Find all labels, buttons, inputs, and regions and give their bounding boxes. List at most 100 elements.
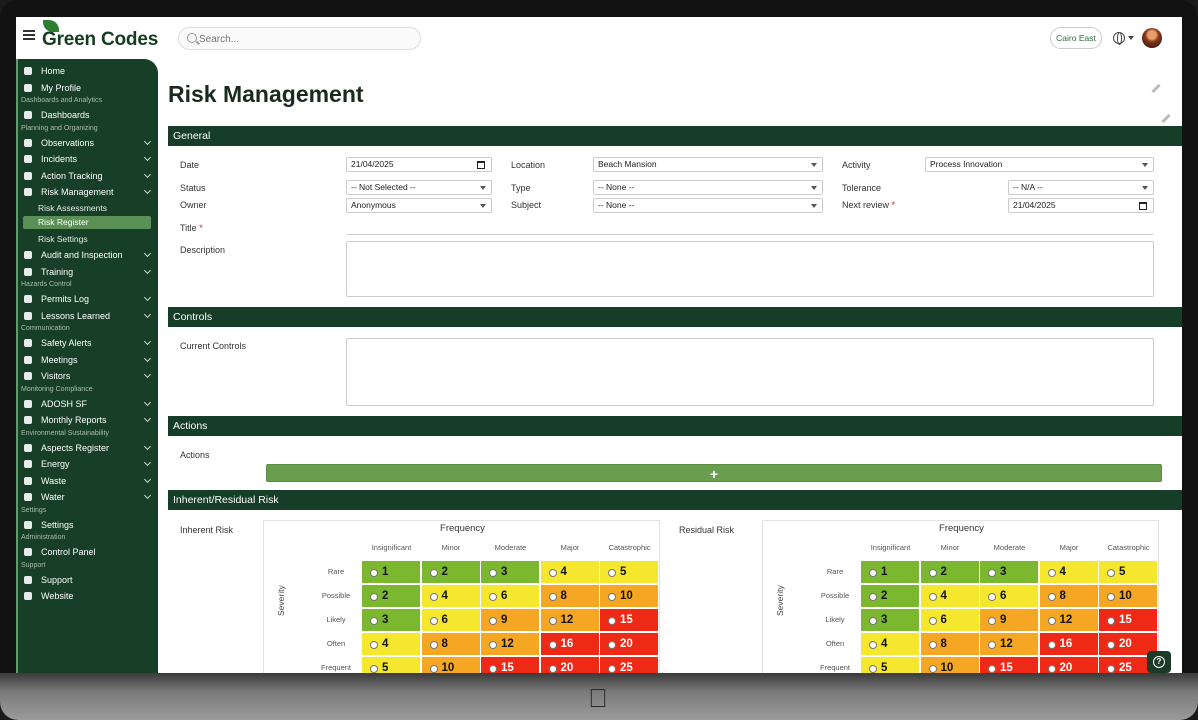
- calendar-icon[interactable]: [477, 161, 485, 169]
- risk-cell-radio[interactable]: 15: [980, 657, 1039, 673]
- subject-select[interactable]: -- None --: [593, 198, 823, 213]
- sidebar-item[interactable]: Training: [24, 265, 152, 279]
- risk-cell-radio[interactable]: 4: [540, 561, 600, 584]
- search-box[interactable]: [178, 27, 421, 50]
- logo[interactable]: Green Codes: [42, 29, 158, 51]
- chevron-down-icon[interactable]: [143, 458, 152, 467]
- help-button[interactable]: ?: [1147, 651, 1171, 673]
- chevron-down-icon[interactable]: [143, 475, 152, 483]
- risk-cell-radio[interactable]: 20: [540, 657, 600, 673]
- risk-cell-radio[interactable]: 15: [600, 609, 659, 632]
- risk-cell-radio[interactable]: 10: [920, 657, 980, 673]
- risk-cell-radio[interactable]: 1: [861, 561, 920, 584]
- sidebar-item[interactable]: Visitors: [24, 369, 152, 383]
- risk-cell-radio[interactable]: 2: [421, 561, 481, 584]
- risk-cell-radio[interactable]: 3: [861, 609, 920, 632]
- status-select[interactable]: -- Not Selected --: [346, 180, 492, 195]
- sidebar-item[interactable]: Audit and Inspection: [24, 248, 152, 262]
- sidebar-item[interactable]: Risk Management: [24, 185, 152, 199]
- sidebar-item[interactable]: Lessons Learned: [24, 309, 152, 323]
- risk-cell-radio[interactable]: 8: [540, 585, 600, 608]
- chevron-down-icon[interactable]: [143, 293, 152, 302]
- sidebar-item[interactable]: My Profile: [24, 81, 152, 95]
- current-controls-textarea[interactable]: [346, 338, 1154, 406]
- menu-icon[interactable]: [23, 30, 35, 40]
- risk-cell-radio[interactable]: 6: [421, 609, 481, 632]
- sidebar-item[interactable]: Settings: [24, 518, 152, 532]
- tolerance-select[interactable]: -- N/A --: [1008, 180, 1154, 195]
- sidebar-subitem[interactable]: Risk Settings: [38, 233, 88, 245]
- sidebar-item[interactable]: Observations: [24, 136, 152, 150]
- risk-cell-radio[interactable]: 3: [481, 561, 540, 584]
- risk-cell-radio[interactable]: 5: [1099, 561, 1158, 584]
- sidebar-item[interactable]: Dashboards: [24, 108, 152, 122]
- risk-cell-radio[interactable]: 4: [861, 633, 920, 656]
- risk-cell-radio[interactable]: 12: [540, 609, 600, 632]
- risk-cell-radio[interactable]: 25: [600, 657, 659, 673]
- risk-cell-radio[interactable]: 20: [1039, 657, 1099, 673]
- sidebar-subitem-active[interactable]: Risk Register: [23, 216, 151, 229]
- section-general[interactable]: General: [168, 126, 1182, 146]
- sidebar-item[interactable]: Home: [24, 64, 152, 78]
- sidebar-item[interactable]: Safety Alerts: [24, 336, 152, 350]
- risk-cell-radio[interactable]: 4: [1039, 561, 1099, 584]
- risk-cell-radio[interactable]: 5: [362, 657, 421, 673]
- location-select[interactable]: Beach Mansion: [593, 157, 823, 172]
- sidebar-item[interactable]: Waste: [24, 474, 152, 488]
- sidebar-item[interactable]: Action Tracking: [24, 169, 152, 183]
- sidebar-item[interactable]: Control Panel: [24, 545, 152, 559]
- risk-cell-radio[interactable]: 2: [362, 585, 421, 608]
- chevron-down-icon[interactable]: [143, 354, 152, 362]
- risk-cell-radio[interactable]: 12: [1039, 609, 1099, 632]
- risk-cell-radio[interactable]: 2: [920, 561, 980, 584]
- risk-cell-radio[interactable]: 10: [600, 585, 659, 608]
- risk-cell-radio[interactable]: 9: [481, 609, 540, 632]
- risk-cell-radio[interactable]: 5: [861, 657, 920, 673]
- risk-cell-radio[interactable]: 6: [920, 609, 980, 632]
- risk-cell-radio[interactable]: 6: [481, 585, 540, 608]
- sidebar-item[interactable]: Monthly Reports: [24, 413, 152, 427]
- risk-cell-radio[interactable]: 10: [1099, 585, 1158, 608]
- sidebar-item[interactable]: Incidents: [24, 152, 152, 166]
- section-inherent-residual-risk[interactable]: Inherent/Residual Risk: [168, 490, 1182, 510]
- risk-cell-radio[interactable]: 4: [362, 633, 421, 656]
- chevron-down-icon[interactable]: [143, 337, 152, 346]
- risk-cell-radio[interactable]: 3: [980, 561, 1039, 584]
- risk-cell-radio[interactable]: 10: [421, 657, 481, 673]
- risk-cell-radio[interactable]: 15: [481, 657, 540, 673]
- chevron-down-icon[interactable]: [143, 414, 152, 423]
- sidebar-item[interactable]: Website: [24, 589, 152, 603]
- owner-select[interactable]: Anonymous: [346, 198, 492, 213]
- chevron-down-icon[interactable]: [143, 186, 152, 195]
- edit-pencil-icon[interactable]: [1151, 83, 1161, 94]
- risk-cell-radio[interactable]: 8: [920, 633, 980, 656]
- chevron-down-icon[interactable]: [143, 370, 152, 379]
- chevron-down-icon[interactable]: [143, 398, 152, 406]
- sidebar-item[interactable]: Meetings: [24, 353, 152, 367]
- risk-cell-radio[interactable]: 4: [920, 585, 980, 608]
- risk-cell-radio[interactable]: 16: [1039, 633, 1099, 656]
- risk-cell-radio[interactable]: 5: [600, 561, 659, 584]
- date-field[interactable]: 21/04/2025: [346, 157, 492, 172]
- risk-cell-radio[interactable]: 6: [980, 585, 1039, 608]
- risk-cell-radio[interactable]: 12: [980, 633, 1039, 656]
- sidebar-item[interactable]: ADOSH SF: [24, 397, 152, 411]
- risk-cell-radio[interactable]: 12: [481, 633, 540, 656]
- language-globe-icon[interactable]: [1113, 32, 1125, 45]
- chevron-down-icon[interactable]: [143, 249, 152, 258]
- risk-cell-radio[interactable]: 20: [600, 633, 659, 656]
- calendar-icon[interactable]: [1139, 202, 1147, 210]
- edit-pencil-icon[interactable]: [1161, 113, 1171, 124]
- chevron-down-icon[interactable]: [143, 491, 152, 500]
- risk-cell-radio[interactable]: 8: [1039, 585, 1099, 608]
- avatar[interactable]: [1142, 28, 1162, 48]
- risk-cell-radio[interactable]: 1: [362, 561, 421, 584]
- caret-down-icon[interactable]: [1128, 36, 1134, 40]
- sidebar-item[interactable]: Support: [24, 573, 152, 587]
- add-action-button[interactable]: +: [266, 464, 1162, 482]
- activity-select[interactable]: Process Innovation: [925, 157, 1154, 172]
- risk-cell-radio[interactable]: 8: [421, 633, 481, 656]
- chevron-down-icon[interactable]: [143, 266, 152, 274]
- risk-cell-radio[interactable]: 4: [421, 585, 481, 608]
- section-actions[interactable]: Actions: [168, 416, 1182, 436]
